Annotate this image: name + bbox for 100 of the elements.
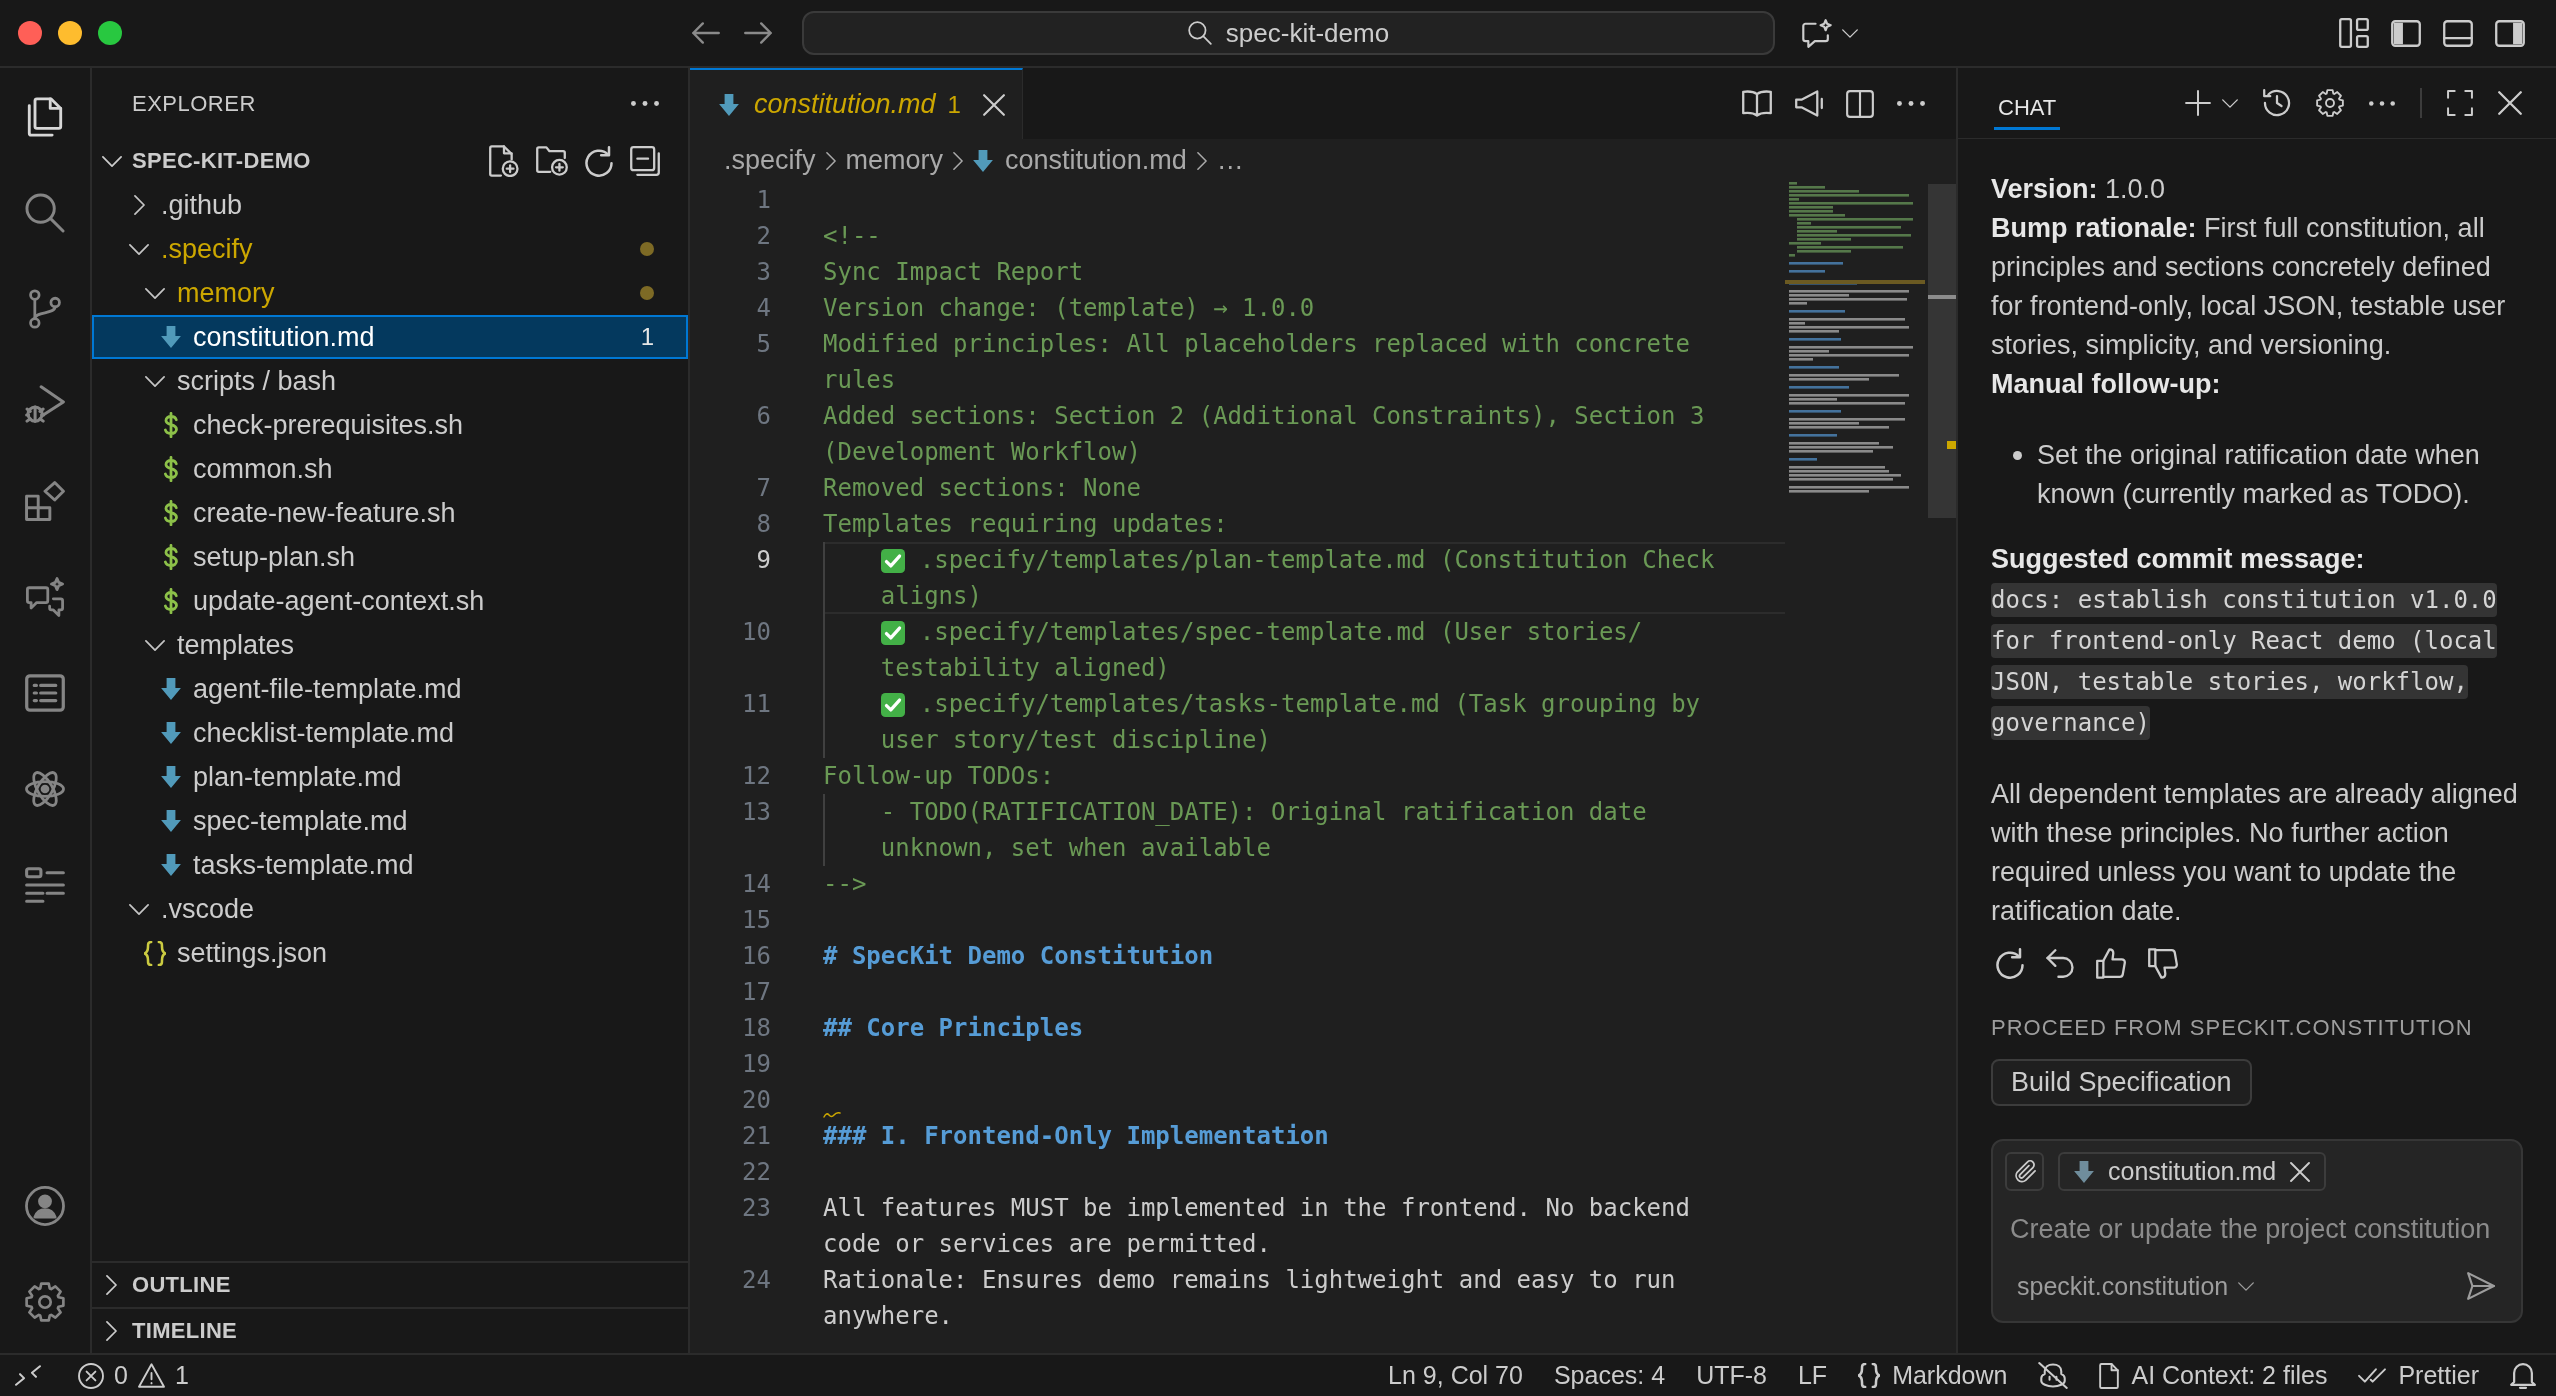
history-icon[interactable]: [2263, 89, 2291, 117]
line-number: 17: [741, 977, 771, 1008]
slashed-face-icon[interactable]: [2038, 1362, 2069, 1389]
more-icon[interactable]: [631, 101, 659, 106]
chevron-down-icon[interactable]: [1842, 28, 1858, 38]
tree-item[interactable]: check-prerequisites.sh: [92, 403, 688, 447]
breadcrumb-item[interactable]: …: [1216, 145, 1244, 176]
breadcrumb-item[interactable]: .specify: [724, 145, 816, 176]
chevron-down-icon[interactable]: [102, 155, 122, 167]
down-arrow-icon: [161, 326, 181, 348]
bottom-panel-icon[interactable]: [2443, 19, 2473, 47]
retry-icon[interactable]: [1996, 947, 2024, 979]
code-line: Rationale: Ensures demo remains lightweight and easy to run: [823, 1266, 1676, 1294]
line-number: 20: [741, 1085, 771, 1116]
remote-icon[interactable]: [15, 1365, 41, 1386]
tree-item[interactable]: scripts / bash: [92, 359, 688, 403]
tree-item[interactable]: memory: [92, 271, 688, 315]
tree-item[interactable]: checklist-template.md: [92, 711, 688, 755]
workspace-header[interactable]: SPEC-KIT-DEMO: [92, 139, 688, 183]
tree-item[interactable]: setup-plan.sh: [92, 535, 688, 579]
left-panel-icon[interactable]: [2391, 19, 2421, 47]
maximize-icon[interactable]: [2447, 90, 2473, 116]
undo-icon[interactable]: [2046, 948, 2074, 978]
tree-item[interactable]: templates: [92, 623, 688, 667]
attach-button[interactable]: [2005, 1152, 2044, 1191]
tree-item[interactable]: plan-template.md: [92, 755, 688, 799]
text-lines-icon[interactable]: [25, 865, 65, 905]
blocks-icon[interactable]: [25, 481, 65, 521]
tree-item[interactable]: .github: [92, 183, 688, 227]
code-line: - TODO(RATIFICATION_DATE): Original ratification date: [880, 798, 1647, 826]
formatter-status[interactable]: Prettier: [2358, 1361, 2479, 1390]
tree-item[interactable]: common.sh: [92, 447, 688, 491]
settings-icon[interactable]: [2316, 89, 2344, 117]
attached-file-chip[interactable]: constitution.md: [2058, 1152, 2327, 1191]
account-icon[interactable]: [25, 1186, 65, 1226]
send-icon[interactable]: [2467, 1272, 2495, 1300]
dollar-sign-icon: [164, 500, 178, 526]
panel-section-header[interactable]: OUTLINE: [92, 1261, 688, 1307]
breadcrumb-item[interactable]: memory: [845, 145, 944, 176]
new-folder-icon[interactable]: [536, 146, 568, 176]
chat-sparkle-icon[interactable]: [25, 577, 65, 617]
tree-item[interactable]: update-agent-context.sh: [92, 579, 688, 623]
mode-picker[interactable]: speckit.constitution: [2005, 1271, 2255, 1301]
layout-grid-icon[interactable]: [2339, 18, 2369, 48]
more-icon[interactable]: [2369, 100, 2395, 106]
tree-item[interactable]: .vscode: [92, 887, 688, 931]
search-icon[interactable]: [25, 193, 65, 233]
settings-icon[interactable]: [25, 1282, 65, 1322]
zoom-window-button[interactable]: [98, 21, 122, 45]
tree-item[interactable]: constitution.md 1: [92, 315, 688, 359]
more-icon[interactable]: [1897, 101, 1925, 106]
thumbs-up-icon[interactable]: [2096, 947, 2126, 979]
plus-icon[interactable]: [2185, 90, 2211, 116]
close-icon[interactable]: [2498, 91, 2522, 115]
code-line: aligns): [880, 582, 982, 610]
atom-icon[interactable]: [25, 769, 65, 809]
tree-item[interactable]: agent-file-template.md: [92, 667, 688, 711]
play-bug-icon[interactable]: [25, 385, 65, 425]
status-item[interactable]: Ln 9, Col 70: [1388, 1361, 1523, 1390]
chat-tab[interactable]: CHAT: [1994, 88, 2061, 130]
status-item[interactable]: Spaces: 4: [1553, 1361, 1666, 1390]
tree-item[interactable]: settings.json: [92, 931, 688, 975]
problems-status[interactable]: 0 1: [78, 1361, 189, 1390]
build-specification-button[interactable]: Build Specification: [1991, 1059, 2252, 1106]
status-item[interactable]: UTF-8: [1696, 1361, 1767, 1390]
tree-item[interactable]: .specify: [92, 227, 688, 271]
language-status[interactable]: Markdown: [1858, 1361, 2008, 1390]
thumbs-down-icon[interactable]: [2148, 947, 2178, 979]
command-center-search[interactable]: spec-kit-demo: [802, 11, 1775, 55]
context-status[interactable]: AI Context: 2 files: [2099, 1361, 2328, 1390]
close-icon[interactable]: [982, 93, 1005, 116]
code-line: rules: [823, 366, 896, 394]
refresh-icon[interactable]: [585, 145, 613, 177]
tree-item[interactable]: create-new-feature.sh: [92, 491, 688, 535]
right-panel-icon[interactable]: [2495, 19, 2525, 47]
back-arrow-icon[interactable]: [692, 22, 720, 44]
chevron-down-icon[interactable]: [2222, 98, 2238, 108]
book-icon[interactable]: [1742, 90, 1772, 117]
tree-item[interactable]: tasks-template.md: [92, 843, 688, 887]
megaphone-icon[interactable]: [1795, 90, 1823, 117]
forward-arrow-icon[interactable]: [744, 22, 772, 44]
scrollbar-thumb[interactable]: [1928, 184, 1956, 518]
chat-input-field[interactable]: Create or update the project constitution: [2005, 1209, 2509, 1249]
breadcrumb-item[interactable]: constitution.md: [973, 145, 1187, 176]
new-file-icon[interactable]: [489, 145, 519, 177]
chat-sparkle-icon[interactable]: [1802, 18, 1832, 48]
code-line: Added sections: Section 2 (Additional Constraints), Section 3: [823, 402, 1705, 430]
close-window-button[interactable]: [18, 21, 42, 45]
files-icon[interactable]: [25, 97, 65, 137]
status-item[interactable]: LF: [1797, 1361, 1828, 1390]
braces-icon: [1858, 1363, 1881, 1388]
editor-tab[interactable]: constitution.md 1: [690, 68, 1023, 139]
tree-item[interactable]: spec-template.md: [92, 799, 688, 843]
close-icon[interactable]: [2290, 1161, 2311, 1182]
split-editor-icon[interactable]: [1846, 89, 1874, 118]
list-icon[interactable]: [25, 673, 65, 713]
collapse-all-icon[interactable]: [630, 146, 660, 176]
minimize-window-button[interactable]: [58, 21, 82, 45]
bell-icon[interactable]: [2510, 1362, 2536, 1389]
chat-text: Set the original ratification date when known (currently marked as TODO).: [2037, 439, 2481, 511]
